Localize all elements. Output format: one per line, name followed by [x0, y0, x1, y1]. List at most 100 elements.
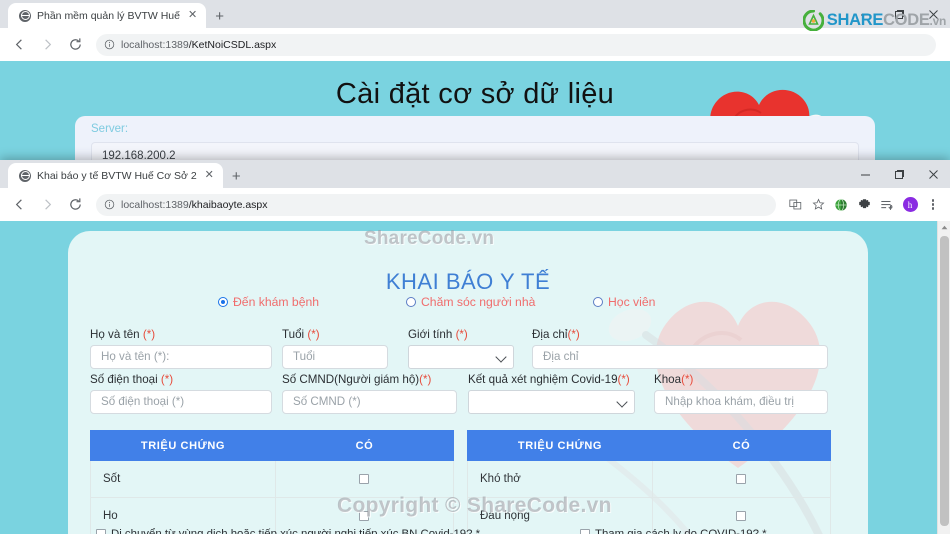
toolbar-front: localhost:1389/khaibaoyte.aspx h — [0, 188, 950, 221]
toolbar-icons-front: h — [784, 194, 944, 216]
url-path: /khaibaoyte.aspx — [188, 198, 268, 211]
new-tab-button[interactable]: + — [232, 169, 241, 184]
tab-ketnoicsdl[interactable]: Phần mềm quản lý BVTW Huế ✕ — [8, 3, 207, 28]
health-declaration-card: KHAI BÁO Y TẾ Đến khám bệnh Chăm sóc ngư… — [68, 231, 868, 534]
reload-icon[interactable] — [62, 32, 88, 58]
radio-option-cham-soc-nguoi-nha[interactable]: Chăm sóc người nhà — [406, 295, 535, 309]
radio-option-den-kham-benh[interactable]: Đến khám bệnh — [218, 295, 319, 309]
brand-code: CODE — [883, 11, 930, 30]
chevron-down-icon — [495, 351, 507, 363]
symptom-checkbox-cell[interactable] — [275, 460, 454, 498]
profile-avatar[interactable]: h — [899, 194, 921, 216]
scrollbar-thumb[interactable] — [940, 236, 949, 526]
translate-icon[interactable] — [784, 194, 806, 216]
page-title: KHAI BÁO Y TẾ — [385, 269, 551, 294]
tab-title: Phần mềm quản lý BVTW Huế — [37, 9, 180, 22]
minimize-button[interactable] — [848, 160, 882, 188]
forward-icon[interactable] — [34, 192, 60, 218]
url-origin: localhost:1389 — [121, 198, 189, 211]
symptom-table-right: TRIỆU CHỨNG CÓ Khó thở Đau họng — [467, 430, 831, 534]
label-ket-qua-xet-nghiem: Kết quả xét nghiệm Covid-19(*) — [468, 373, 630, 386]
label-so-cmnd: Số CMND(Người giám hộ)(*) — [282, 373, 432, 386]
page-scrollbar[interactable] — [937, 221, 950, 534]
checkbox-box-icon[interactable] — [580, 529, 590, 534]
symptom-checkbox-cell[interactable] — [652, 460, 831, 498]
url-text: localhost:1389/KetNoiCSDL.aspx — [121, 39, 276, 51]
input-khoa[interactable]: Nhập khoa khám, điều trị — [654, 390, 828, 414]
toolbar-back: localhost:1389/KetNoiCSDL.aspx — [0, 28, 950, 61]
checkbox-sot[interactable] — [359, 473, 369, 484]
symptom-name: Khó thở — [467, 460, 653, 498]
input-ho-va-ten[interactable]: Họ và tên (*): — [90, 345, 272, 369]
checkbox-tham-gia-cach-ly[interactable]: Tham gia cách ly do COVID-19? * — [580, 528, 767, 534]
select-ket-qua-xet-nghiem[interactable] — [468, 390, 635, 414]
table-header-row: TRIỆU CHỨNG CÓ — [467, 430, 831, 461]
checkbox-dau-hong[interactable] — [736, 510, 746, 521]
label-khoa: Khoa(*) — [654, 373, 694, 386]
input-dia-chi[interactable]: Địa chỉ — [532, 345, 828, 369]
tab-khaibaoyte[interactable]: Khai báo y tế BVTW Huế Cơ Sở 2 ✕ — [8, 163, 223, 188]
checkbox-label: Di chuyển từ vùng dịch hoặc tiếp xúc ngư… — [111, 528, 481, 534]
info-icon — [104, 199, 115, 210]
radio-label: Đến khám bệnh — [233, 295, 320, 309]
input-so-cmnd[interactable]: Số CMND (*) — [282, 390, 457, 414]
visitor-type-radio-group: Đến khám bệnh Chăm sóc người nhà Học viê… — [68, 295, 868, 317]
table-row: Khó thở — [467, 460, 831, 498]
symptom-table-left: TRIỆU CHỨNG CÓ Sốt Ho — [90, 430, 454, 534]
bookmark-star-icon[interactable] — [807, 194, 829, 216]
reading-list-icon[interactable] — [876, 194, 898, 216]
label-ho-va-ten: Họ và tên (*) — [90, 328, 156, 341]
address-bar-back[interactable]: localhost:1389/KetNoiCSDL.aspx — [96, 33, 936, 56]
radio-label: Chăm sóc người nhà — [421, 295, 536, 309]
tabstrip-front: Khai báo y tế BVTW Huế Cơ Sở 2 ✕ + — [0, 160, 241, 188]
radio-circle-icon — [593, 297, 603, 307]
reload-icon[interactable] — [62, 192, 88, 218]
url-origin: localhost:1389 — [121, 38, 189, 51]
page-viewport-front: KHAI BÁO Y TẾ Đến khám bệnh Chăm sóc ngư… — [0, 221, 950, 534]
th-trieu-chung: TRIỆU CHỨNG — [90, 430, 276, 461]
close-icon[interactable]: ✕ — [203, 170, 214, 181]
back-icon[interactable] — [6, 32, 32, 58]
titlebar-front: Khai báo y tế BVTW Huế Cơ Sở 2 ✕ + — [0, 160, 950, 188]
sharecode-mark-icon — [802, 10, 824, 31]
chrome-menu-icon[interactable] — [922, 194, 944, 216]
label-gioi-tinh: Giới tính (*) — [408, 328, 468, 341]
new-tab-button[interactable]: + — [215, 9, 224, 24]
th-co: CÓ — [652, 430, 831, 461]
radio-circle-icon — [218, 297, 228, 307]
input-so-dien-thoai[interactable]: Số điện thoại (*) — [90, 390, 272, 414]
select-gioi-tinh[interactable] — [408, 345, 514, 369]
brand-vn: .vn — [929, 14, 947, 29]
checkbox-di-chuyen-vung-dich[interactable]: Di chuyển từ vùng dịch hoặc tiếp xúc ngư… — [96, 528, 480, 534]
sharecode-wordmark: SHARECODE.vn — [827, 11, 947, 30]
close-icon[interactable]: ✕ — [186, 10, 197, 21]
table-header-row: TRIỆU CHỨNG CÓ — [90, 430, 454, 461]
checkbox-ho[interactable] — [359, 510, 369, 521]
server-label: Server: — [91, 123, 129, 135]
globe-icon — [19, 169, 31, 182]
close-button[interactable] — [916, 160, 950, 188]
checkbox-kho-tho[interactable] — [736, 473, 746, 484]
symptom-name: Sốt — [90, 460, 276, 498]
info-icon — [104, 39, 115, 50]
extension-globe-icon[interactable] — [830, 194, 852, 216]
avatar-initial: h — [902, 197, 918, 212]
label-tuoi: Tuổi (*) — [282, 328, 320, 341]
input-tuoi[interactable]: Tuổi — [282, 345, 388, 369]
forward-icon[interactable] — [34, 32, 60, 58]
extensions-puzzle-icon[interactable] — [853, 194, 875, 216]
address-bar-front[interactable]: localhost:1389/khaibaoyte.aspx — [96, 193, 776, 216]
radio-label: Học viên — [608, 295, 656, 309]
checkbox-box-icon[interactable] — [96, 529, 106, 534]
window-controls-front — [848, 160, 950, 188]
url-text: localhost:1389/khaibaoyte.aspx — [121, 199, 268, 211]
maximize-button[interactable] — [882, 160, 916, 188]
th-co: CÓ — [275, 430, 454, 461]
globe-icon — [19, 9, 31, 22]
tabstrip-back: Phần mềm quản lý BVTW Huế ✕ + — [0, 0, 224, 28]
scroll-up-arrow-icon[interactable] — [938, 221, 950, 234]
back-icon[interactable] — [6, 192, 32, 218]
radio-option-hoc-vien[interactable]: Học viên — [593, 295, 655, 309]
label-dia-chi: Địa chỉ(*) — [532, 328, 580, 341]
checkbox-label: Tham gia cách ly do COVID-19? * — [595, 528, 767, 534]
